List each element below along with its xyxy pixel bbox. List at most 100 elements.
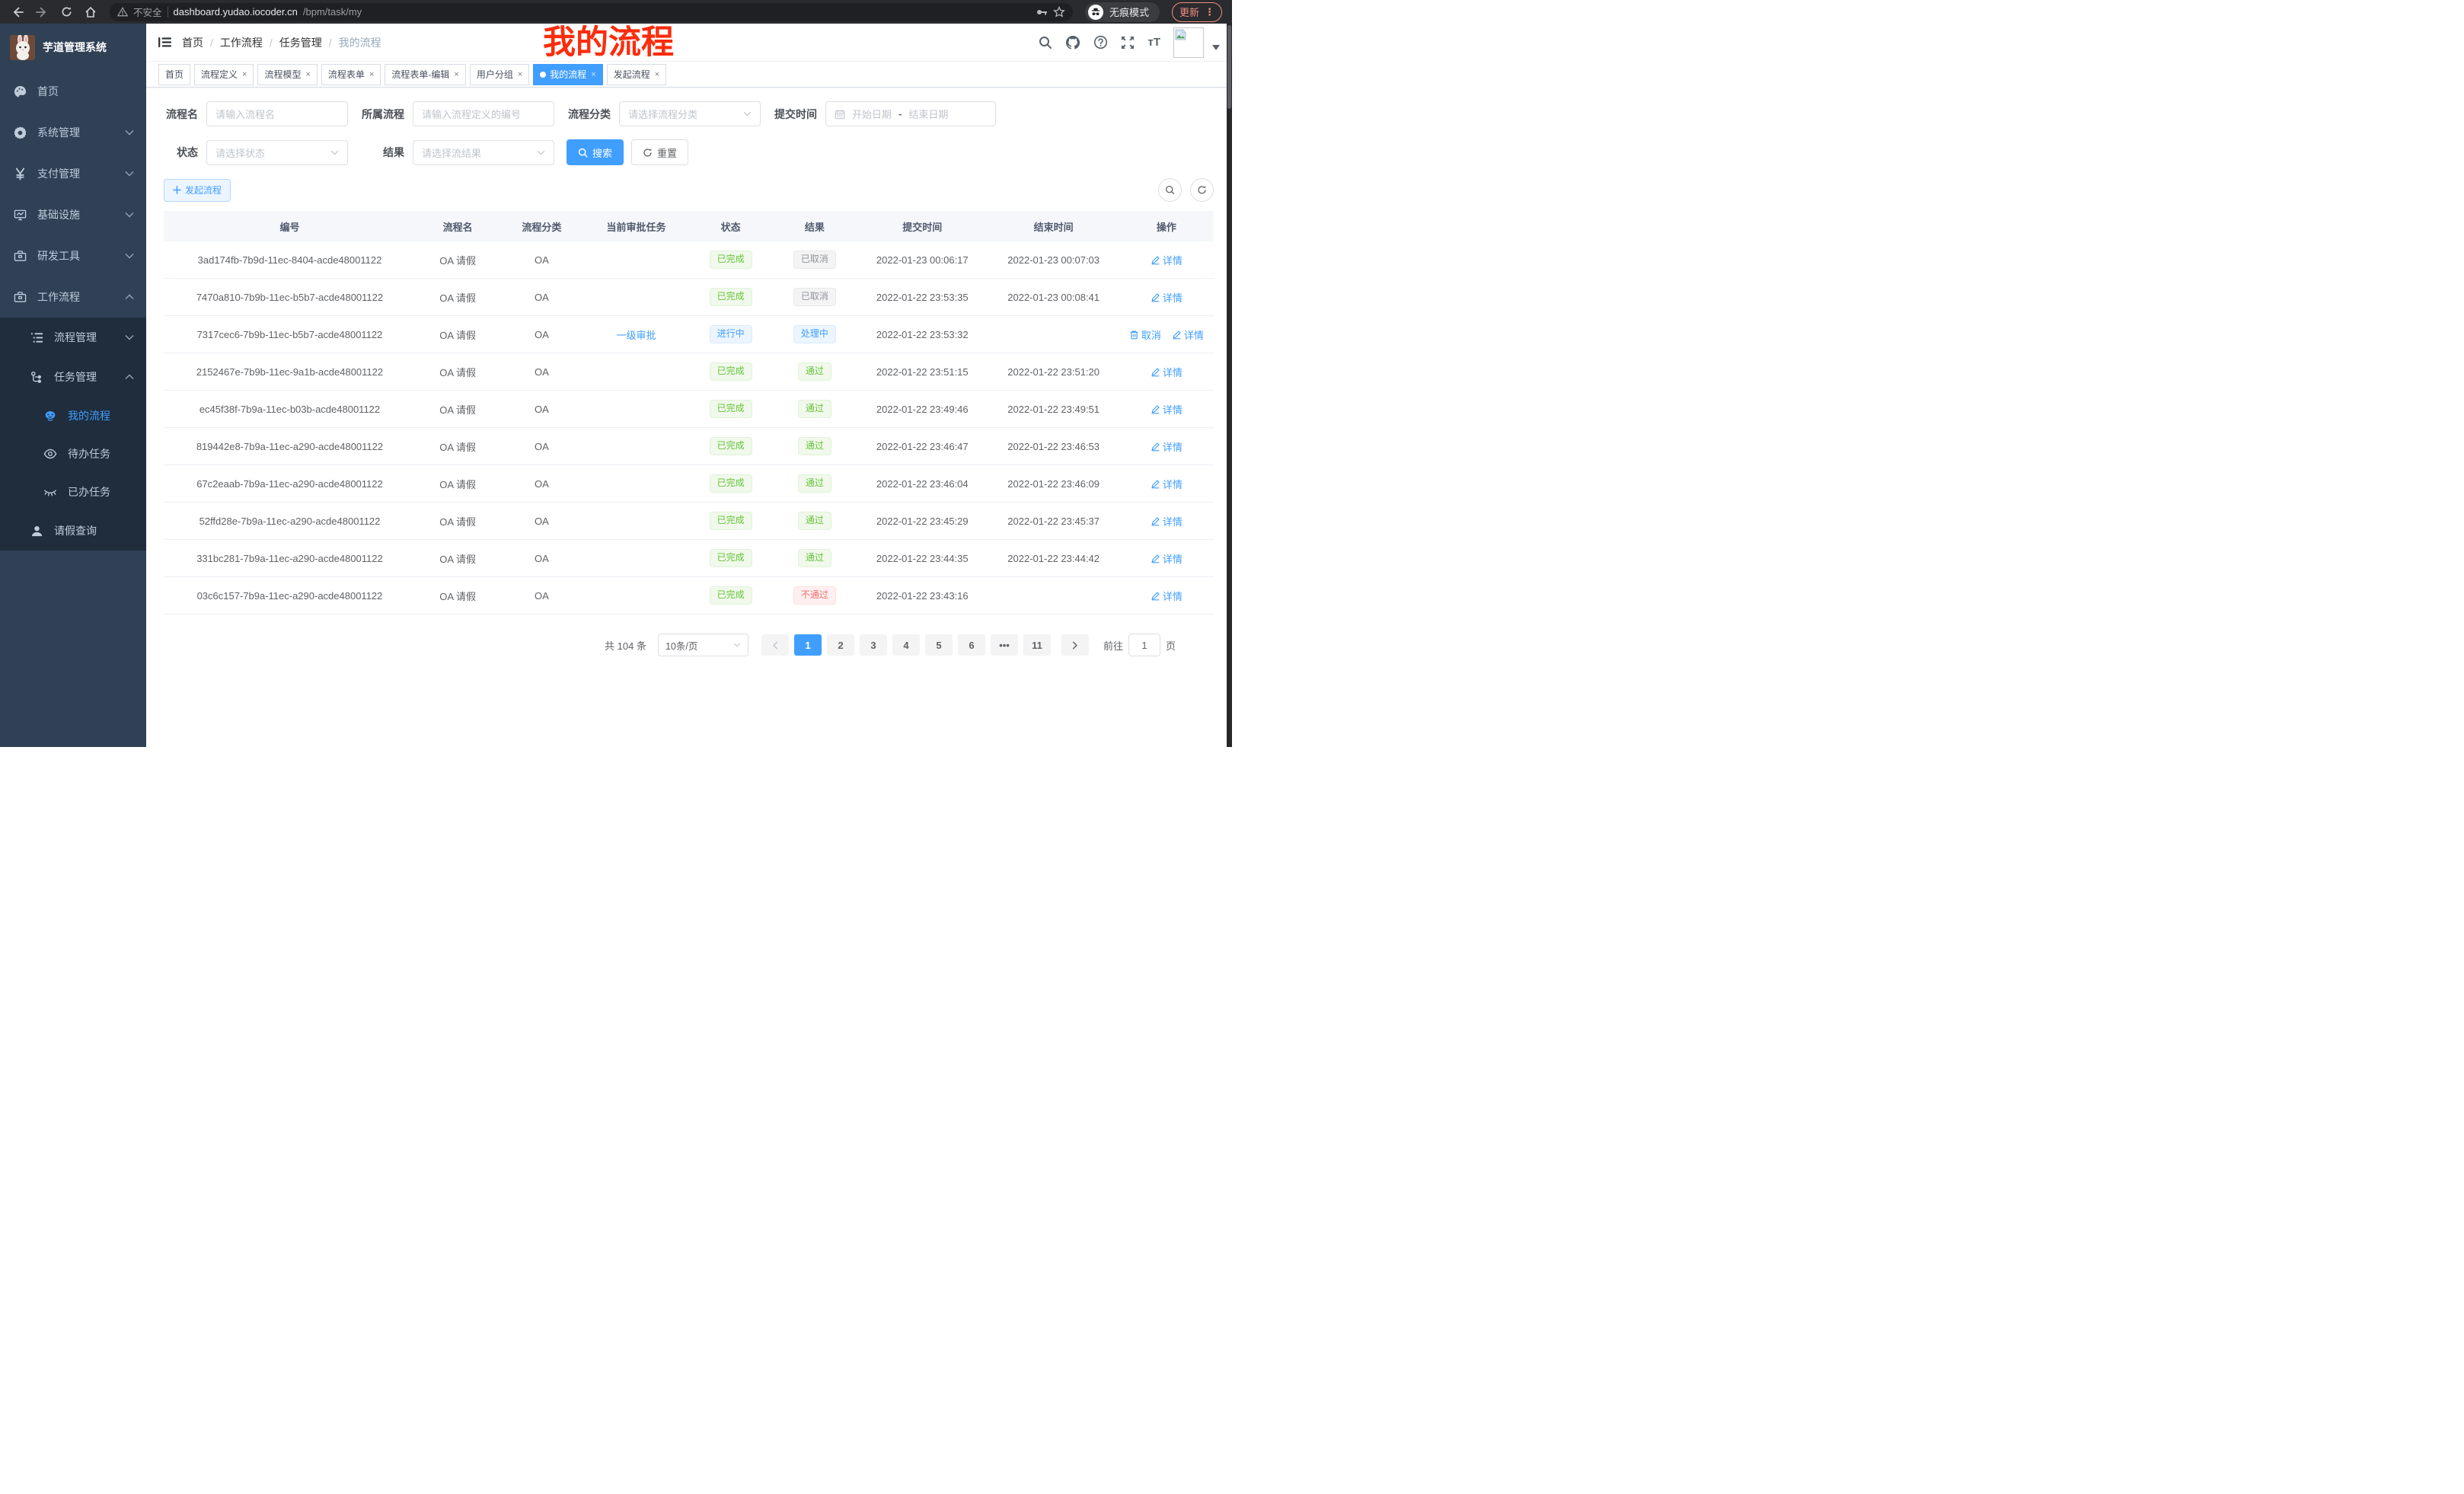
github-icon[interactable] <box>1065 35 1080 50</box>
breadcrumb-item-工作流程[interactable]: 工作流程 <box>220 35 263 50</box>
filter-name-label: 流程名 <box>164 107 198 122</box>
page-button-1[interactable]: 1 <box>794 634 822 656</box>
scrollbar-thumb[interactable] <box>1227 25 1231 109</box>
browser-home-icon[interactable] <box>81 2 101 22</box>
category-select[interactable]: 请选择流程分类 <box>619 101 761 126</box>
cancel-link[interactable]: 取消 <box>1129 327 1161 342</box>
close-icon[interactable]: × <box>454 70 458 79</box>
column-header-流程分类: 流程分类 <box>500 211 583 241</box>
detail-link[interactable]: 详情 <box>1151 253 1183 267</box>
page-button-3[interactable]: 3 <box>860 634 887 656</box>
close-icon[interactable]: × <box>242 70 247 79</box>
header-search-icon[interactable] <box>1039 36 1052 49</box>
close-icon[interactable]: × <box>591 70 595 79</box>
key-icon[interactable] <box>1036 6 1048 18</box>
tab-流程表单[interactable]: 流程表单× <box>321 64 381 85</box>
detail-link[interactable]: 详情 <box>1151 477 1183 491</box>
submit-time-range-picker[interactable]: 开始日期 - 结束日期 <box>825 101 996 126</box>
close-icon[interactable]: × <box>518 70 522 79</box>
tab-我的流程[interactable]: 我的流程× <box>533 64 602 85</box>
page-button-6[interactable]: 6 <box>958 634 985 656</box>
font-size-icon[interactable]: тT <box>1147 36 1160 49</box>
sidebar-item-首页[interactable]: 首页 <box>0 71 146 112</box>
cell-process-name: OA 请假 <box>416 503 500 540</box>
help-icon[interactable] <box>1093 35 1108 49</box>
detail-link[interactable]: 详情 <box>1151 290 1183 305</box>
sidebar-item-请假查询[interactable]: 请假查询 <box>0 511 146 551</box>
detail-link[interactable]: 详情 <box>1151 439 1183 454</box>
close-icon[interactable]: × <box>369 70 374 79</box>
result-select[interactable]: 请选择流结果 <box>413 140 554 165</box>
app-logo[interactable]: 芋道管理系统 <box>0 24 146 71</box>
browser-reload-icon[interactable] <box>56 2 76 22</box>
sidebar-item-基础设施[interactable]: 基础设施 <box>0 194 146 235</box>
tab-流程表单-编辑[interactable]: 流程表单-编辑 × <box>385 64 465 85</box>
avatar[interactable] <box>1173 27 1204 58</box>
page-button-5[interactable]: 5 <box>925 634 953 656</box>
browser-update-button[interactable]: 更新 ⋮ <box>1172 2 1222 22</box>
process-definition-input[interactable]: 请输入流程定义的编号 <box>413 101 554 126</box>
window-scrollbar[interactable] <box>1227 24 1232 747</box>
action-label: 详情 <box>1163 402 1183 417</box>
toolbox-icon <box>14 250 27 263</box>
status-select[interactable]: 请选择状态 <box>206 140 348 165</box>
search-button[interactable]: 搜索 <box>567 139 624 165</box>
edit-icon <box>1172 330 1182 340</box>
sidebar-item-待办任务[interactable]: 待办任务 <box>0 435 146 473</box>
sidebar-item-系统管理[interactable]: 系统管理 <box>0 112 146 153</box>
sidebar-item-工作流程[interactable]: 工作流程 <box>0 276 146 318</box>
close-icon[interactable]: × <box>305 70 310 79</box>
cell-process-name: OA 请假 <box>416 279 500 316</box>
sidebar-item-流程管理[interactable]: 流程管理 <box>0 318 146 357</box>
close-icon[interactable]: × <box>655 70 659 79</box>
detail-link[interactable]: 详情 <box>1151 365 1183 379</box>
sidebar-item-支付管理[interactable]: 支付管理 <box>0 153 146 194</box>
sidebar-item-已办任务[interactable]: 已办任务 <box>0 473 146 511</box>
reset-button[interactable]: 重置 <box>631 139 688 165</box>
page-button-4[interactable]: 4 <box>892 634 920 656</box>
tab-用户分组[interactable]: 用户分组× <box>470 64 529 85</box>
sidebar-item-研发工具[interactable]: 研发工具 <box>0 235 146 276</box>
browser-menu-icon[interactable]: ⋮ <box>1205 8 1214 16</box>
avatar-caret-icon[interactable] <box>1212 45 1220 50</box>
page-button-11[interactable]: 11 <box>1023 634 1051 656</box>
fullscreen-icon[interactable] <box>1121 36 1135 49</box>
page-button-2[interactable]: 2 <box>827 634 854 656</box>
browser-back-icon[interactable] <box>8 2 27 22</box>
detail-link[interactable]: 详情 <box>1151 402 1183 417</box>
tab-流程模型[interactable]: 流程模型× <box>257 64 317 85</box>
process-name-input[interactable]: 请输入流程名 <box>206 101 348 126</box>
current-task-link[interactable]: 一级审批 <box>617 330 656 341</box>
breadcrumb-item-任务管理[interactable]: 任务管理 <box>279 35 322 50</box>
cell-category: OA <box>500 465 583 503</box>
detail-link[interactable]: 详情 <box>1151 514 1183 528</box>
tab-label: 流程表单-编辑 <box>391 68 449 81</box>
goto-page-input[interactable]: 1 <box>1128 634 1160 656</box>
launch-process-button[interactable]: 发起流程 <box>164 179 231 202</box>
bookmark-star-icon[interactable] <box>1053 6 1065 18</box>
url-path: /bpm/task/my <box>303 6 362 18</box>
breadcrumb-item-首页[interactable]: 首页 <box>182 35 203 50</box>
cell-result: 通过 <box>773 428 857 465</box>
tab-首页[interactable]: 首页 <box>158 64 190 85</box>
hamburger-icon[interactable] <box>158 37 171 48</box>
pager-ellipsis[interactable]: ••• <box>991 634 1018 656</box>
cell-current-task <box>584 241 689 279</box>
detail-link[interactable]: 详情 <box>1172 327 1204 342</box>
sidebar-item-任务管理[interactable]: 任务管理 <box>0 357 146 397</box>
sidebar-item-label: 我的流程 <box>68 408 110 423</box>
page-size-select[interactable]: 10条/页 <box>658 634 748 656</box>
cell-process-name: OA 请假 <box>416 353 500 391</box>
browser-forward-icon[interactable] <box>32 2 52 22</box>
sidebar-item-我的流程[interactable]: 我的流程 <box>0 397 146 435</box>
prev-page-button[interactable] <box>761 634 789 656</box>
address-bar[interactable]: 不安全 dashboard.yudao.iocoder.cn/bpm/task/… <box>110 3 1073 21</box>
next-page-button[interactable] <box>1061 634 1089 656</box>
tab-流程定义[interactable]: 流程定义× <box>194 64 254 85</box>
detail-link[interactable]: 详情 <box>1151 589 1183 603</box>
detail-link[interactable]: 详情 <box>1151 551 1183 566</box>
range-end-placeholder: 结束日期 <box>908 107 948 121</box>
refresh-table-button[interactable] <box>1190 178 1214 202</box>
toggle-search-button[interactable] <box>1158 178 1182 202</box>
tab-发起流程[interactable]: 发起流程× <box>607 64 666 85</box>
